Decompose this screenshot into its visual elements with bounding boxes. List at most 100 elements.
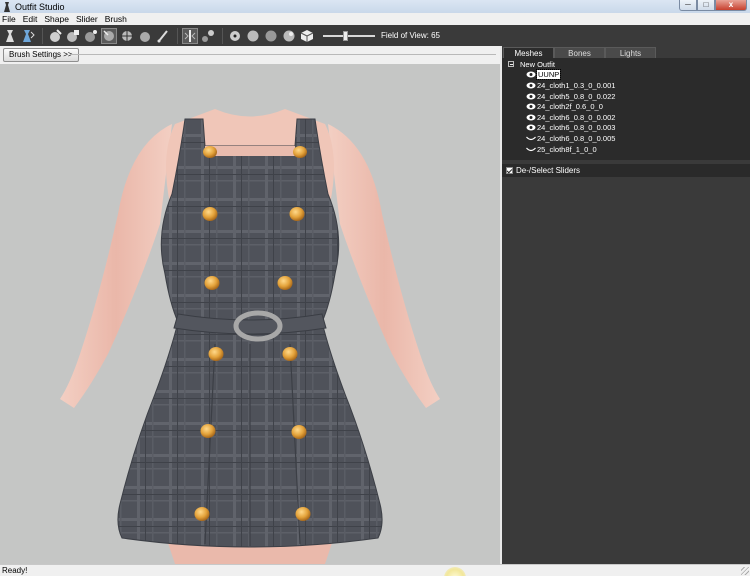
menu-slider[interactable]: Slider [76, 14, 98, 24]
viewport-pane: Brush Settings >> [0, 46, 500, 564]
select-brush-icon [6, 29, 14, 42]
mesh-label: 24_cloth6_0.8_0_0.002 [537, 112, 616, 122]
tab-meshes[interactable]: Meshes [503, 47, 554, 58]
points-icon [230, 30, 240, 41]
eye-icon[interactable] [526, 71, 536, 78]
model-render [60, 109, 440, 564]
cursor-highlight [444, 567, 466, 576]
cube-icon [300, 29, 314, 42]
select-brush-button[interactable] [2, 28, 18, 44]
menu-file[interactable]: File [2, 14, 16, 24]
xmirror-button[interactable] [182, 27, 198, 44]
fov-slider[interactable] [323, 28, 375, 44]
texture-icon [283, 30, 295, 41]
lighting-icon [265, 30, 277, 41]
closed-eye-icon[interactable] [526, 135, 536, 142]
app-icon [4, 1, 10, 12]
minimize-button[interactable]: ─ [679, 0, 697, 11]
mesh-label: 24_cloth2f_0.6_0_0 [537, 102, 603, 112]
mesh-item[interactable]: 24_cloth6_0.8_0_0.005 [502, 133, 750, 144]
mesh-item[interactable]: 24_cloth6_0.8_0_0.003 [502, 123, 750, 134]
toolbar-separator [177, 27, 178, 44]
transform-brush-button[interactable] [20, 28, 36, 44]
inflate-brush-button[interactable] [65, 28, 81, 44]
mesh-label: 24_cloth5_0.8_0_0.022 [537, 91, 616, 101]
sliders-header: De-/Select Sliders [502, 164, 750, 177]
menu-brush[interactable]: Brush [105, 14, 127, 24]
mesh-label: 24_cloth6_0.8_0_0.005 [537, 133, 616, 143]
tab-bones[interactable]: Bones [554, 47, 605, 58]
mesh-label: UUNP [535, 69, 562, 81]
wireframe-icon [247, 30, 259, 41]
undiff-brush-button[interactable] [137, 28, 153, 44]
side-panel: Meshes Bones Lights New Outfit UUNP 24_c… [502, 46, 750, 564]
menu-edit[interactable]: Edit [23, 14, 38, 24]
eye-icon[interactable] [526, 93, 536, 100]
mesh-item[interactable]: 24_cloth1_0.3_0_0.001 [502, 80, 750, 91]
connected-only-button[interactable] [200, 28, 216, 44]
mesh-item[interactable]: UUNP [502, 69, 750, 81]
mask-brush-button[interactable] [47, 28, 63, 44]
neckline [205, 146, 295, 156]
tree-root-outfit[interactable]: New Outfit [502, 59, 750, 70]
eye-icon[interactable] [526, 124, 536, 131]
mesh-label: 24_cloth1_0.3_0_0.001 [537, 80, 616, 90]
texture-view-button[interactable] [281, 28, 297, 44]
outfit-name: New Outfit [520, 59, 556, 69]
toolbar-separator [222, 27, 223, 44]
menu-shape[interactable]: Shape [44, 14, 69, 24]
brush-settings-divider [71, 54, 496, 55]
connected-icon [202, 29, 214, 42]
status-bar: Ready! [0, 564, 750, 576]
left-arm [60, 124, 172, 408]
move-brush-button[interactable] [101, 27, 117, 44]
resize-grip[interactable] [741, 567, 749, 575]
mesh-item[interactable]: 24_cloth5_0.8_0_0.022 [502, 91, 750, 102]
mesh-tree: New Outfit UUNP 24_cloth1_0.3_0_0.001 24… [502, 58, 750, 160]
toolbar-separator [42, 27, 43, 44]
mesh-item[interactable]: 25_cloth8f_1_0_0 [502, 144, 750, 155]
brush-settings-bar: Brush Settings >> [0, 46, 500, 64]
lighting-view-button[interactable] [263, 28, 279, 44]
mesh-label: 24_cloth6_0.8_0_0.003 [537, 123, 616, 133]
weight-brush-icon [157, 29, 168, 42]
3d-viewport[interactable] [0, 64, 500, 564]
sliders-header-label: De-/Select Sliders [516, 166, 581, 175]
deflate-brush-button[interactable] [83, 28, 99, 44]
menu-bar: File Edit Shape Slider Brush [0, 13, 750, 25]
window-title: Outfit Studio [15, 1, 65, 12]
title-bar: Outfit Studio ─ □ x [0, 0, 750, 13]
move-brush-icon [103, 29, 114, 41]
toolbar: Field of View: 65 [0, 25, 750, 46]
mesh-item[interactable]: 24_cloth6_0.8_0_0.002 [502, 112, 750, 123]
brush-settings-button[interactable]: Brush Settings >> [3, 48, 79, 62]
points-view-button[interactable] [227, 28, 243, 44]
fov-slider-thumb[interactable] [343, 30, 348, 41]
collapse-icon[interactable] [508, 61, 514, 68]
smooth-brush-button[interactable] [119, 28, 135, 44]
select-sliders-checkbox[interactable] [506, 167, 513, 174]
close-button[interactable]: x [715, 0, 747, 11]
smooth-brush-icon [121, 29, 133, 42]
wireframe-view-button[interactable] [245, 28, 261, 44]
eye-icon[interactable] [526, 103, 536, 110]
fov-slider-track [323, 34, 375, 37]
mirror-icon [184, 29, 196, 42]
eye-icon[interactable] [526, 82, 536, 89]
undiff-brush-icon [140, 31, 150, 42]
window-controls: ─ □ x [679, 0, 747, 11]
inflate-brush-icon [67, 29, 79, 42]
tab-lights[interactable]: Lights [605, 47, 656, 58]
weight-brush-button[interactable] [155, 28, 171, 44]
closed-eye-icon[interactable] [526, 146, 536, 153]
mesh-item[interactable]: 24_cloth2f_0.6_0_0 [502, 101, 750, 112]
sliders-list[interactable] [502, 177, 750, 564]
status-text: Ready! [2, 566, 28, 575]
mask-brush-icon [50, 28, 62, 42]
mesh-label: 25_cloth8f_1_0_0 [537, 144, 597, 154]
maximize-button[interactable]: □ [697, 0, 715, 11]
mask-view-button[interactable] [299, 28, 315, 44]
right-arm [328, 124, 440, 408]
eye-icon[interactable] [526, 114, 536, 121]
panel-tabs: Meshes Bones Lights [502, 46, 750, 58]
